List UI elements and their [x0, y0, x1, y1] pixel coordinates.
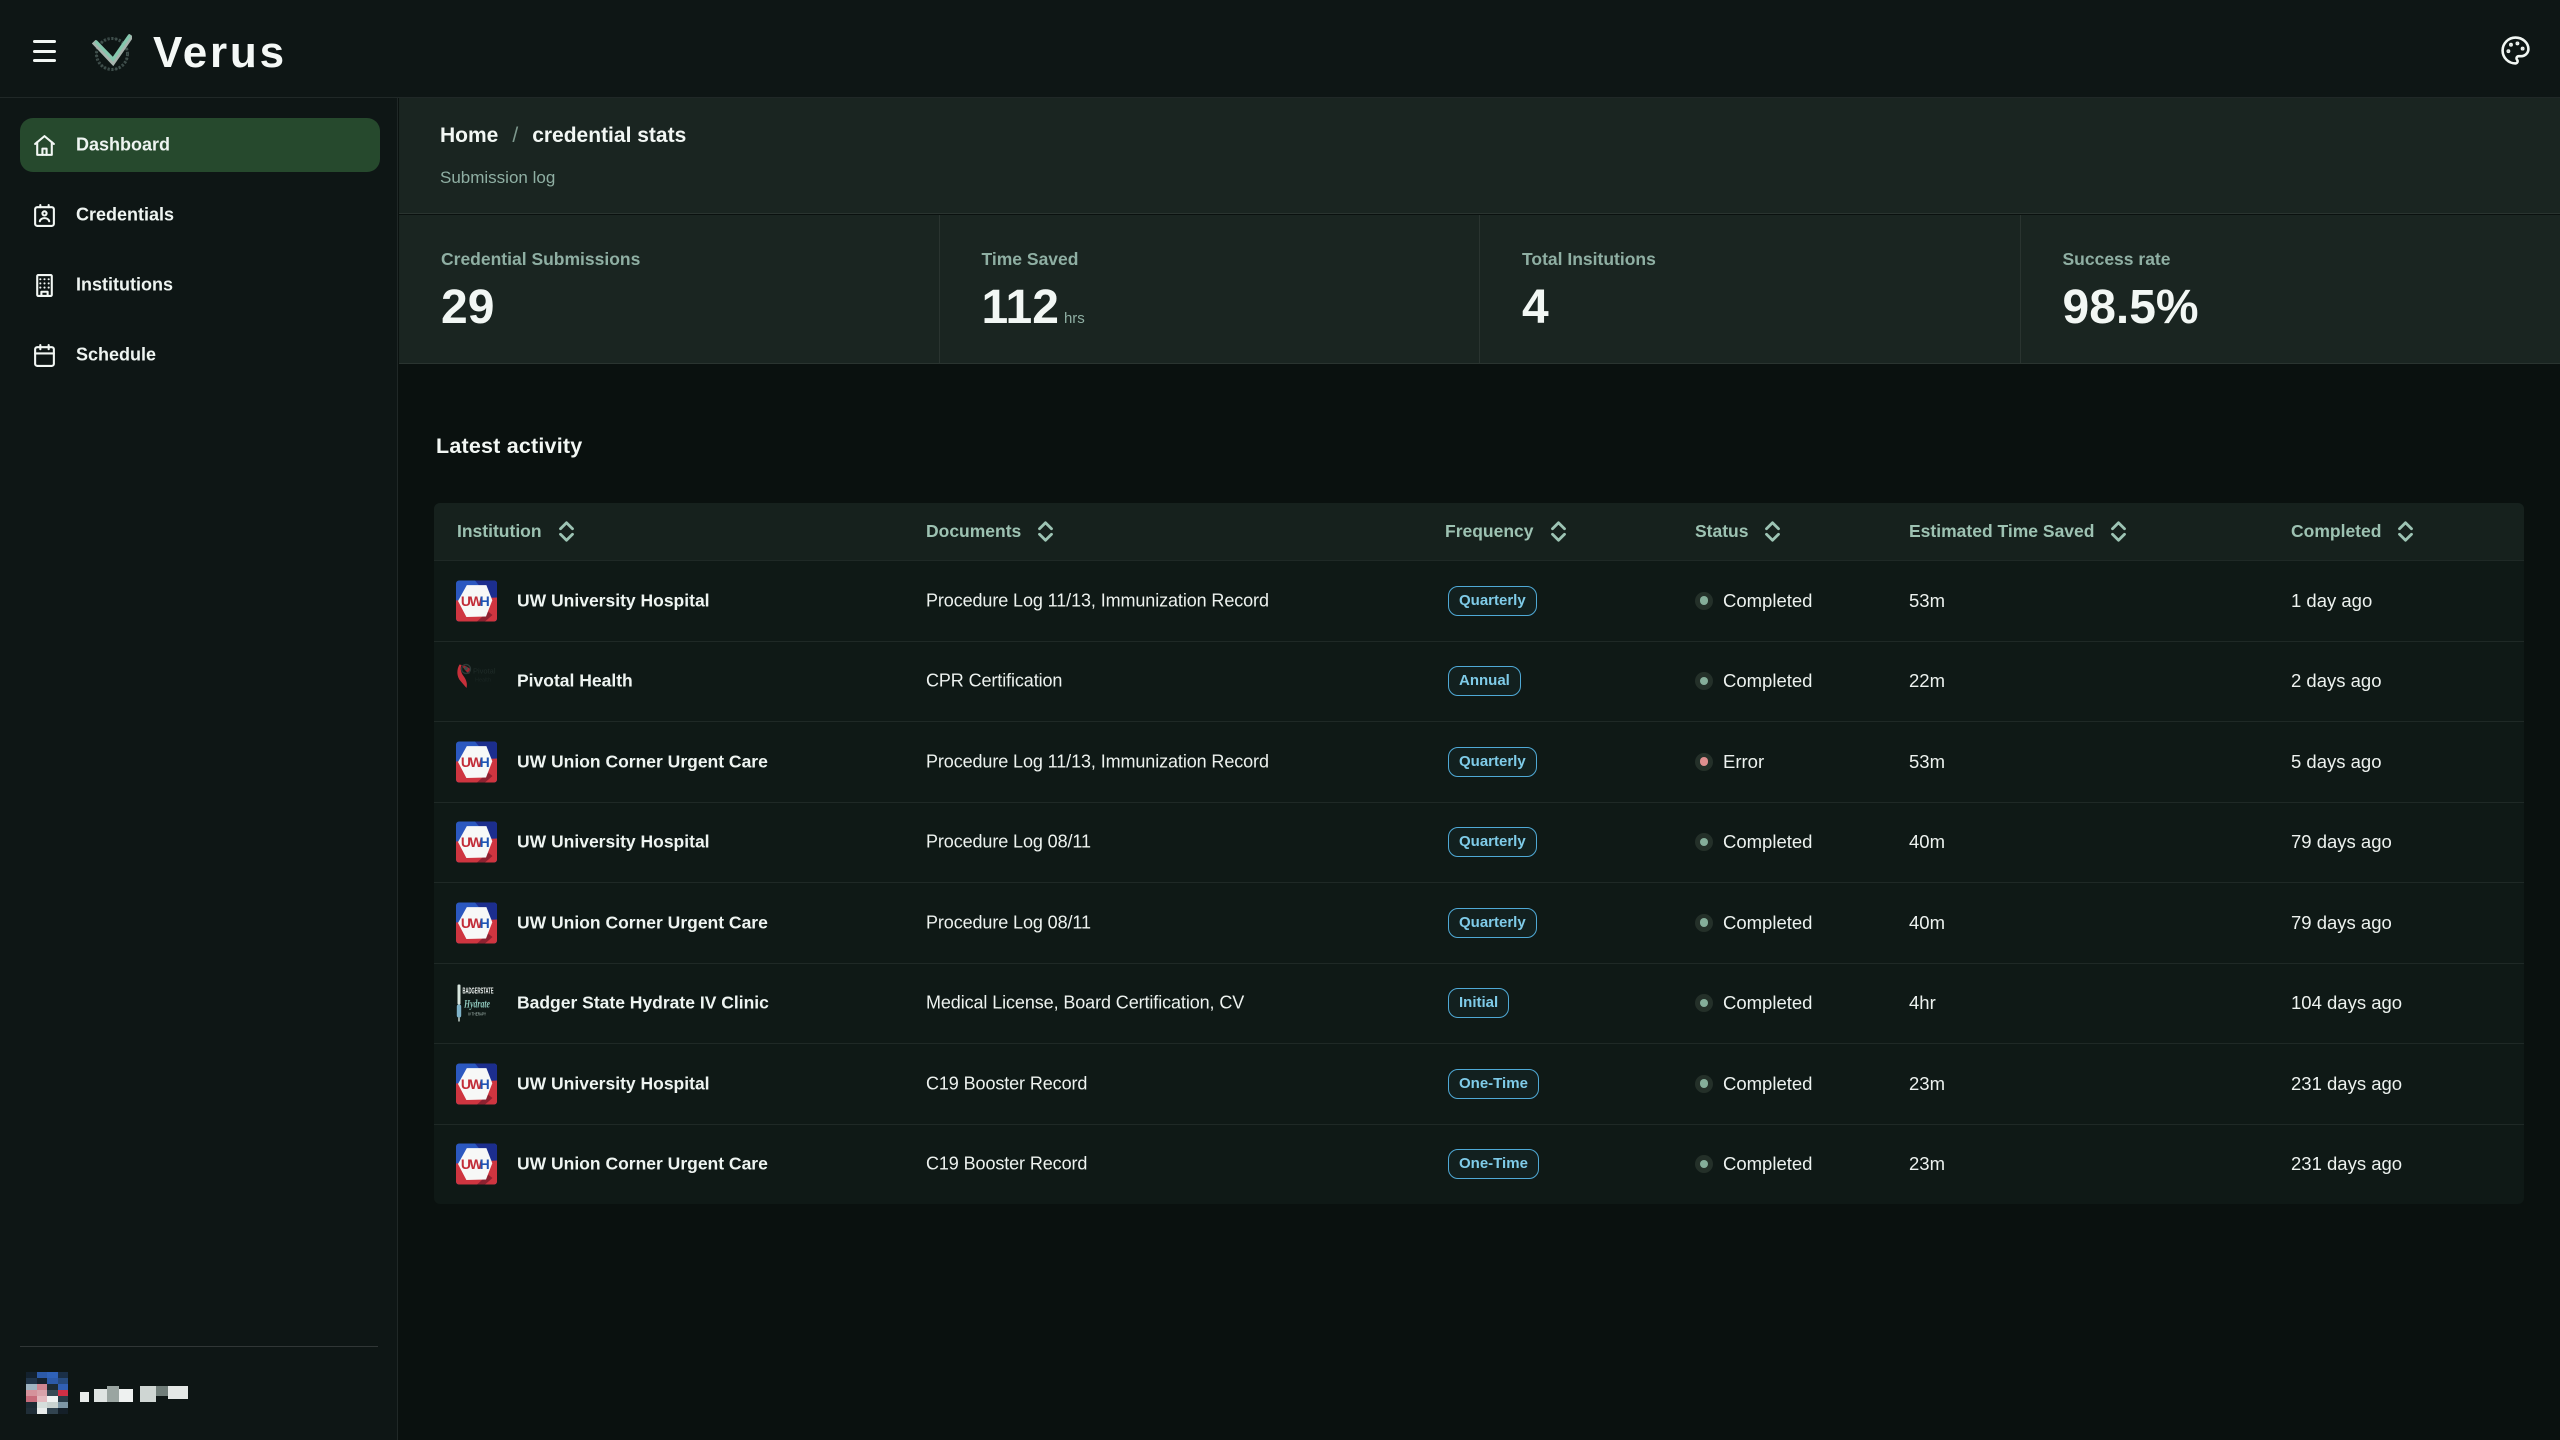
svg-text:H: H — [480, 834, 490, 850]
svg-text:Pivotal: Pivotal — [473, 667, 496, 676]
svg-text:H: H — [480, 1156, 490, 1172]
svg-text:H: H — [480, 593, 490, 609]
svg-text:IV THERAPY: IV THERAPY — [468, 1012, 486, 1017]
svg-text:H: H — [480, 754, 490, 770]
svg-text:Hydrate: Hydrate — [463, 997, 490, 1011]
svg-text:Health: Health — [475, 678, 491, 684]
svg-text:BADGERSTATE: BADGERSTATE — [463, 987, 494, 996]
svg-text:H: H — [480, 915, 490, 931]
svg-text:H: H — [480, 1076, 490, 1092]
